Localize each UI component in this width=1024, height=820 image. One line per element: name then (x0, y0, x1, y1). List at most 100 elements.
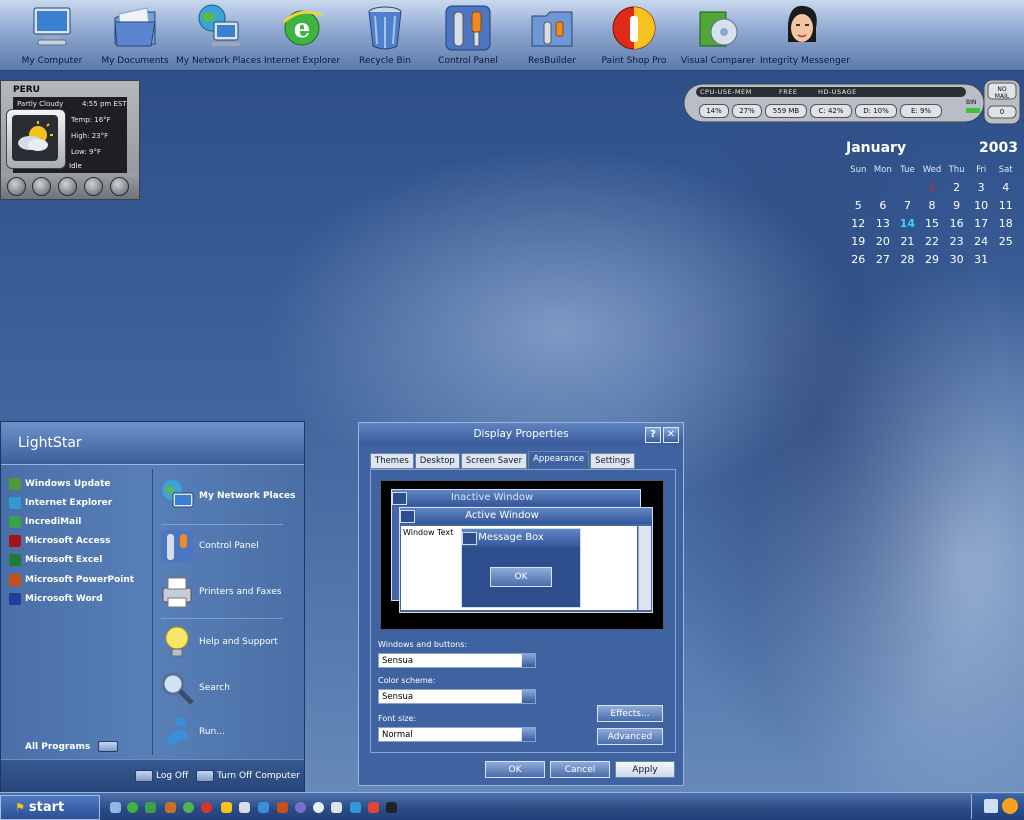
start-item-microsoft-excel[interactable]: Microsoft Excel (9, 554, 102, 566)
calendar-date[interactable]: 3 (969, 179, 994, 197)
tray-messenger-icon[interactable] (1002, 798, 1018, 814)
quicklaunch-desktop-icon[interactable] (110, 802, 121, 813)
weather-button-2[interactable] (32, 177, 51, 196)
calendar-date[interactable]: 8 (920, 197, 945, 215)
calendar-date[interactable]: 26 (846, 251, 871, 269)
weather-button-1[interactable] (7, 177, 26, 196)
color-scheme-select[interactable]: Sensua (378, 689, 536, 704)
start-item-my-network-places[interactable]: My Network Places (159, 478, 296, 514)
tab-appearance[interactable]: Appearance (528, 451, 590, 468)
calendar-date[interactable]: 13 (871, 215, 896, 233)
start-item-printers-faxes[interactable]: Printers and Faxes (159, 574, 281, 610)
calendar-date[interactable]: 2 (944, 179, 969, 197)
start-item-search[interactable]: Search (159, 670, 230, 706)
calendar-date[interactable]: 28 (895, 251, 920, 269)
desktop-icon-control-panel[interactable]: Control Panel (426, 2, 510, 66)
calendar-date[interactable]: 21 (895, 233, 920, 251)
desktop-icon-recycle-bin[interactable]: Recycle Bin (343, 2, 427, 66)
calendar-date[interactable]: 22 (920, 233, 945, 251)
cancel-button[interactable]: Cancel (550, 761, 610, 778)
start-item-internet-explorer[interactable]: Internet Explorer (9, 497, 112, 509)
calendar-date[interactable]: 17 (969, 215, 994, 233)
calendar-date[interactable]: 10 (969, 197, 994, 215)
calendar-date[interactable]: 23 (944, 233, 969, 251)
start-item-microsoft-word[interactable]: Microsoft Word (9, 593, 103, 605)
calendar-date[interactable]: 24 (969, 233, 994, 251)
windows-buttons-select[interactable]: Sensua (378, 653, 536, 668)
all-programs-button[interactable]: All Programs (25, 741, 119, 752)
desktop-icon-my-computer[interactable]: My Computer (10, 2, 94, 66)
start-item-microsoft-access[interactable]: Microsoft Access (9, 535, 110, 547)
quicklaunch-app-icon[interactable] (201, 802, 212, 813)
quicklaunch-app-icon[interactable] (368, 802, 379, 813)
tab-screen-saver[interactable]: Screen Saver (460, 453, 528, 469)
calendar-date[interactable]: 12 (846, 215, 871, 233)
start-item-windows-update[interactable]: Windows Update (9, 478, 111, 490)
calendar-date[interactable]: 29 (920, 251, 945, 269)
advanced-button[interactable]: Advanced (597, 728, 663, 745)
quicklaunch-app-icon[interactable] (258, 802, 269, 813)
window-title: Display Properties (473, 428, 569, 440)
weather-button-4[interactable] (84, 177, 103, 196)
help-button[interactable]: ? (645, 427, 661, 443)
calendar-date[interactable]: 25 (993, 233, 1018, 251)
calendar-date[interactable]: 14 (895, 215, 920, 233)
close-button[interactable]: ✕ (663, 427, 679, 443)
all-programs-arrow-icon (98, 741, 119, 752)
weather-button-5[interactable] (110, 177, 129, 196)
ok-button[interactable]: OK (485, 761, 545, 778)
font-size-select[interactable]: Normal (378, 727, 536, 742)
desktop-icon-paint-shop-pro[interactable]: Paint Shop Pro (592, 2, 676, 66)
turn-off-button[interactable]: Turn Off Computer (196, 770, 300, 782)
calendar-date[interactable]: 9 (944, 197, 969, 215)
log-off-button[interactable]: Log Off (135, 770, 188, 782)
desktop-icon-my-documents[interactable]: My Documents (93, 2, 177, 66)
start-item-control-panel[interactable]: Control Panel (159, 528, 259, 564)
desktop-icon-resbuilder[interactable]: ResBuilder (510, 2, 594, 66)
quicklaunch-mail-icon[interactable] (145, 802, 156, 813)
calendar-date[interactable]: 15 (920, 215, 945, 233)
quicklaunch-app-icon[interactable] (183, 802, 194, 813)
quicklaunch-ie-icon[interactable] (127, 802, 138, 813)
start-item-help-support[interactable]: Help and Support (159, 624, 278, 660)
desktop-icon-internet-explorer[interactable]: e Internet Explorer (260, 2, 344, 66)
tab-desktop[interactable]: Desktop (414, 453, 460, 469)
calendar-date[interactable]: 18 (993, 215, 1018, 233)
desktop-icon-network-places[interactable]: My Network Places (176, 2, 261, 66)
tab-themes[interactable]: Themes (370, 453, 414, 469)
tab-settings[interactable]: Settings (590, 453, 636, 469)
start-item-microsoft-powerpoint[interactable]: Microsoft PowerPoint (9, 574, 134, 586)
calendar-date[interactable]: 7 (895, 197, 920, 215)
calendar-date[interactable]: 5 (846, 197, 871, 215)
quicklaunch-app-icon[interactable] (331, 802, 342, 813)
calendar-date[interactable]: 1 (920, 179, 945, 197)
quicklaunch-app-icon[interactable] (277, 802, 288, 813)
calendar-date[interactable]: 30 (944, 251, 969, 269)
desktop-icon-visual-comparer[interactable]: Visual Comparer (676, 2, 760, 66)
tray-app-icon[interactable] (984, 799, 998, 813)
calendar-date[interactable]: 6 (871, 197, 896, 215)
calendar-date[interactable]: 19 (846, 233, 871, 251)
calendar-date[interactable]: 31 (969, 251, 994, 269)
effects-button[interactable]: Effects... (597, 705, 663, 722)
quicklaunch-app-icon[interactable] (386, 802, 397, 813)
start-item-run[interactable]: Run... (159, 714, 225, 750)
window-title-bar[interactable]: Display Properties ? ✕ (359, 423, 683, 445)
mail-status[interactable]: NO MAIL (990, 86, 1014, 100)
calendar-date[interactable]: 4 (993, 179, 1018, 197)
calendar-date[interactable]: 27 (871, 251, 896, 269)
quicklaunch-app-icon[interactable] (165, 802, 176, 813)
quicklaunch-app-icon[interactable] (350, 802, 361, 813)
weather-button-3[interactable] (58, 177, 77, 196)
calendar-date[interactable]: 20 (871, 233, 896, 251)
quicklaunch-app-icon[interactable] (313, 802, 324, 813)
calendar-date[interactable]: 11 (993, 197, 1018, 215)
start-item-incredimail[interactable]: IncrediMail (9, 516, 81, 528)
quicklaunch-app-icon[interactable] (295, 802, 306, 813)
apply-button[interactable]: Apply (615, 761, 675, 778)
calendar-date[interactable]: 16 (944, 215, 969, 233)
quicklaunch-app-icon[interactable] (221, 802, 232, 813)
quicklaunch-app-icon[interactable] (239, 802, 250, 813)
desktop-icon-integrity-messenger[interactable]: Integrity Messenger (760, 2, 850, 66)
start-button[interactable]: ⚑ start (0, 795, 100, 820)
